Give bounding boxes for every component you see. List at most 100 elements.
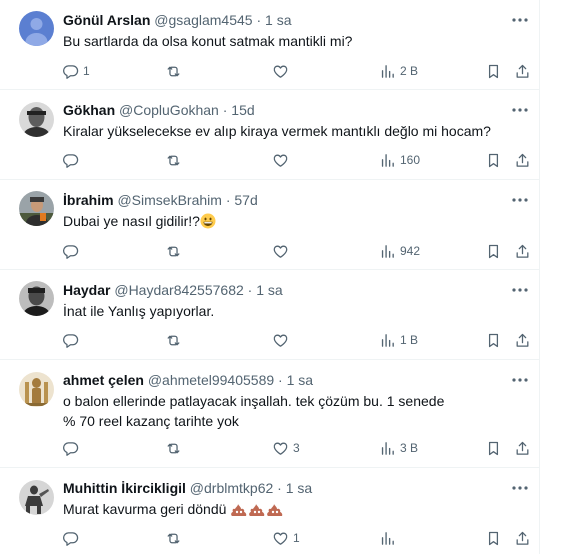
avatar[interactable] [19, 191, 54, 226]
like-button[interactable] [272, 329, 293, 351]
views-icon [381, 531, 394, 545]
avatar[interactable] [19, 102, 54, 137]
user-handle[interactable]: @SimsekBrahim [117, 192, 221, 208]
avatar[interactable] [19, 480, 54, 515]
user-handle[interactable]: @ahmetel99405589 [148, 372, 274, 388]
share-button[interactable] [514, 149, 531, 171]
share-button[interactable] [514, 240, 531, 262]
tweet-header: Haydar @Haydar842557682 · 1 sa [63, 280, 283, 300]
pile-of-poo-emoji [266, 501, 284, 522]
user-handle[interactable]: @drblmtkp62 [190, 480, 273, 496]
timestamp[interactable]: 1 sa [287, 372, 313, 388]
display-name[interactable]: ahmet çelen [63, 372, 144, 388]
action-bar: 1 [58, 527, 540, 549]
separator-dot: · [222, 102, 228, 118]
heart-icon [273, 334, 288, 347]
avatar[interactable] [19, 372, 54, 407]
action-bar: 942 [58, 240, 540, 262]
retweet-button[interactable] [165, 60, 186, 82]
avatar[interactable] [19, 281, 54, 316]
bookmark-button[interactable] [485, 60, 502, 82]
views-button[interactable]: 942 [379, 240, 420, 262]
retweet-button[interactable] [165, 527, 186, 549]
display-name[interactable]: Gönül Arslan [63, 12, 150, 28]
reply-count: 1 [83, 64, 90, 78]
action-bar: 160 [58, 149, 540, 171]
user-handle[interactable]: @CopluGokhan [119, 102, 219, 118]
more-options-icon[interactable] [510, 190, 530, 210]
views-button[interactable]: 1 B [379, 329, 418, 351]
reply-icon [63, 531, 79, 546]
user-handle[interactable]: @Haydar842557682 [114, 282, 243, 298]
tweet-text: Kiralar yükselecekse ev alıp kiraya verm… [63, 123, 491, 139]
timestamp[interactable]: 15d [231, 102, 254, 118]
like-button[interactable] [272, 60, 293, 82]
views-button[interactable]: 160 [379, 149, 420, 171]
more-options-icon[interactable] [510, 100, 530, 120]
retweet-button[interactable] [165, 437, 186, 459]
reply-button[interactable]: 1 [62, 60, 90, 82]
reply-button[interactable] [62, 527, 83, 549]
like-button[interactable]: 1 [272, 527, 300, 549]
tweet-header: Gönül Arslan @gsaglam4545 · 1 sa [63, 10, 291, 30]
share-button[interactable] [514, 527, 531, 549]
like-button[interactable] [272, 240, 293, 262]
timestamp[interactable]: 1 sa [286, 480, 312, 496]
timestamp[interactable]: 1 sa [265, 12, 291, 28]
tweet[interactable]: ahmet çelen @ahmetel99405589 · 1 sa o ba… [0, 360, 540, 468]
user-handle[interactable]: @gsaglam4545 [154, 12, 252, 28]
bookmark-button[interactable] [485, 329, 502, 351]
reply-feed: Gönül Arslan @gsaglam4545 · 1 sa Bu sart… [0, 0, 540, 554]
share-button[interactable] [514, 60, 531, 82]
more-options-icon[interactable] [510, 478, 530, 498]
reply-button[interactable] [62, 437, 83, 459]
like-count: 1 [293, 531, 300, 545]
views-button[interactable] [379, 527, 400, 549]
display-name[interactable]: Gökhan [63, 102, 115, 118]
tweet-header: Muhittin İkircikligil @drblmtkp62 · 1 sa [63, 478, 312, 498]
bookmark-icon [488, 333, 499, 347]
share-button[interactable] [514, 329, 531, 351]
views-button[interactable]: 2 B [379, 60, 418, 82]
share-icon [516, 64, 529, 78]
views-button[interactable]: 3 B [379, 437, 418, 459]
more-options-icon[interactable] [510, 370, 530, 390]
retweet-button[interactable] [165, 149, 186, 171]
reply-button[interactable] [62, 149, 83, 171]
view-count: 942 [400, 244, 421, 258]
tweet[interactable]: Haydar @Haydar842557682 · 1 sa İnat ile … [0, 270, 540, 360]
tweet-text-container: Dubai ye nasıl gidilir!? [63, 211, 526, 234]
reply-button[interactable] [62, 240, 83, 262]
timestamp[interactable]: 1 sa [256, 282, 282, 298]
tweet[interactable]: Gökhan @CopluGokhan · 15d Kiralar yüksel… [0, 90, 540, 180]
heart-icon [273, 154, 288, 167]
retweet-button[interactable] [165, 329, 186, 351]
display-name[interactable]: İbrahim [63, 192, 114, 208]
bookmark-icon [488, 244, 499, 258]
like-button[interactable] [272, 149, 293, 171]
reply-button[interactable] [62, 329, 83, 351]
bookmark-button[interactable] [485, 437, 502, 459]
tweet[interactable]: Gönül Arslan @gsaglam4545 · 1 sa Bu sart… [0, 0, 540, 90]
bookmark-button[interactable] [485, 527, 502, 549]
heart-icon [273, 442, 288, 455]
display-name[interactable]: Muhittin İkircikligil [63, 480, 186, 496]
timestamp[interactable]: 57d [234, 192, 257, 208]
bookmark-button[interactable] [485, 149, 502, 171]
retweet-button[interactable] [165, 240, 186, 262]
share-button[interactable] [514, 437, 531, 459]
separator-dot: · [278, 372, 283, 388]
share-icon [516, 333, 529, 347]
more-options-icon[interactable] [510, 280, 530, 300]
pile-of-poo-emoji [230, 501, 248, 522]
tweet[interactable]: Muhittin İkircikligil @drblmtkp62 · 1 sa… [0, 468, 540, 554]
more-options-icon[interactable] [510, 10, 530, 30]
tweet[interactable]: İbrahim @SimsekBrahim · 57d Dubai ye nas… [0, 180, 540, 270]
tweet-header: Gökhan @CopluGokhan · 15d [63, 100, 255, 120]
display-name[interactable]: Haydar [63, 282, 110, 298]
like-button[interactable]: 3 [272, 437, 300, 459]
tweet-text: Dubai ye nasıl gidilir!? [63, 213, 200, 229]
bookmark-button[interactable] [485, 240, 502, 262]
avatar[interactable] [19, 11, 54, 46]
heart-icon [273, 245, 288, 258]
